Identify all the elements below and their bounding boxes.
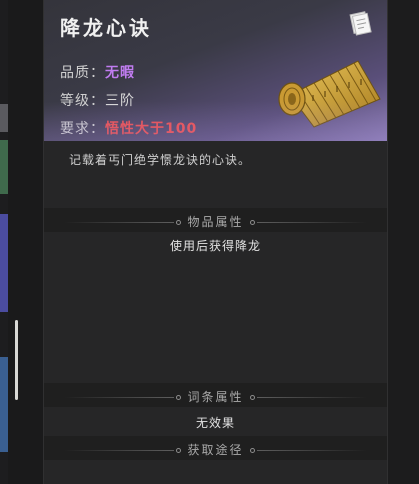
inventory-slot[interactable] [0, 357, 8, 452]
quality-label: 品质： [60, 65, 105, 81]
grade-row: 等级：三阶 [60, 90, 135, 110]
requirement-value: 悟性大于100 [105, 121, 198, 137]
quality-row: 品质：无暇 [60, 62, 135, 82]
tooltip-header: 降龙心诀 品质：无暇 等级：三阶 要求：悟性大于100 [44, 0, 387, 141]
right-background [385, 0, 419, 484]
note-paper-icon[interactable] [347, 10, 373, 36]
scrollbar-thumb[interactable] [15, 320, 18, 400]
requirement-label: 要求： [60, 121, 105, 137]
item-attributes-heading: 物品属性 [44, 213, 387, 230]
item-attributes-title: 物品属性 [187, 215, 244, 229]
grade-value: 三阶 [105, 93, 135, 109]
grade-label: 等级： [60, 93, 105, 109]
inventory-slot[interactable] [0, 104, 8, 132]
item-name: 降龙心诀 [60, 16, 152, 40]
inventory-slot[interactable] [0, 140, 8, 194]
item-description: 记载着丐门绝学憬龙诀的心诀。 [69, 153, 252, 167]
entry-attributes-heading: 词条属性 [44, 388, 387, 405]
entry-attributes-value: 无效果 [195, 416, 235, 430]
bamboo-scroll-icon [278, 60, 381, 128]
entry-attributes-title: 词条属性 [187, 390, 244, 404]
obtain-title: 获取途径 [187, 443, 244, 457]
requirement-row: 要求：悟性大于100 [60, 118, 197, 138]
item-tooltip-panel: 降龙心诀 品质：无暇 等级：三阶 要求：悟性大于100 记载着丐门绝学憬龙诀的心… [44, 0, 387, 484]
left-inventory-strip [0, 0, 8, 484]
quality-value: 无暇 [105, 65, 135, 81]
item-attributes-value: 使用后获得降龙 [169, 239, 261, 253]
inventory-slot[interactable] [0, 214, 8, 312]
obtain-heading: 获取途径 [44, 441, 387, 458]
